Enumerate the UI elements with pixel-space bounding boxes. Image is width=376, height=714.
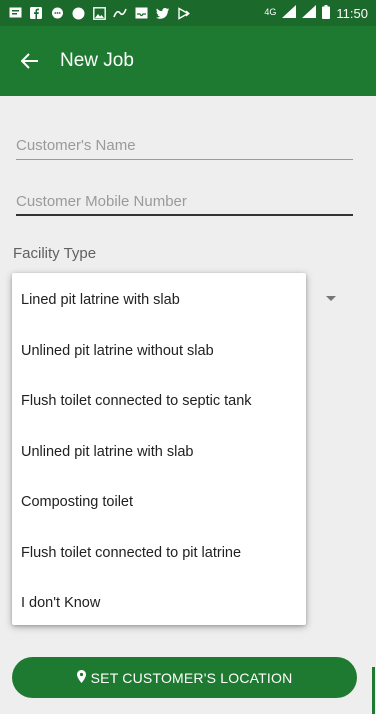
menu-item-flush-toilet-septic-tank[interactable]: Flush toilet connected to septic tank xyxy=(12,376,306,427)
clock: 11:50 xyxy=(336,5,368,21)
play-icon xyxy=(176,6,190,20)
customer-mobile-underline xyxy=(16,214,353,216)
menu-item-dont-know[interactable]: I don't Know xyxy=(12,578,306,629)
page-title: New Job xyxy=(60,50,134,71)
set-customer-location-label: SET CUSTOMER'S LOCATION xyxy=(90,669,293,686)
facility-type-menu: Lined pit latrine with slab Unlined pit … xyxy=(12,273,306,625)
system-status: 4G 11:50 xyxy=(264,4,368,22)
dot-icon xyxy=(71,6,85,20)
customer-name-placeholder: Customer's Name xyxy=(16,137,136,154)
twitter-icon xyxy=(155,6,169,20)
link-icon xyxy=(113,6,127,20)
menu-item-flush-toilet-pit-latrine[interactable]: Flush toilet connected to pit latrine xyxy=(12,528,306,579)
arrow-left-icon[interactable] xyxy=(6,37,54,85)
notification-icons xyxy=(8,6,190,20)
status-bar: 4G 11:50 xyxy=(0,0,376,26)
chat-icon xyxy=(50,6,64,20)
message-icon xyxy=(8,6,22,20)
set-customer-location-button[interactable]: SET CUSTOMER'S LOCATION xyxy=(12,657,357,698)
battery-icon xyxy=(322,4,331,22)
app-bar: New Job xyxy=(0,26,376,96)
inbox-icon xyxy=(134,6,148,20)
side-indicator xyxy=(372,667,375,714)
signal-icon xyxy=(282,5,297,21)
customer-name-underline xyxy=(16,159,353,160)
dropdown-arrow-icon[interactable] xyxy=(326,296,336,301)
customer-name-field[interactable]: Customer's Name xyxy=(16,137,353,161)
facility-type-label: Facility Type xyxy=(13,245,97,262)
menu-item-composting-toilet[interactable]: Composting toilet xyxy=(12,477,306,528)
facebook-icon xyxy=(29,6,43,20)
menu-item-unlined-pit-latrine-without-slab[interactable]: Unlined pit latrine without slab xyxy=(12,326,306,377)
gallery-icon xyxy=(92,6,106,20)
menu-item-unlined-pit-latrine-with-slab[interactable]: Unlined pit latrine with slab xyxy=(12,427,306,478)
signal-icon-2 xyxy=(302,5,317,21)
menu-item-lined-pit-latrine-with-slab[interactable]: Lined pit latrine with slab xyxy=(12,275,306,326)
customer-mobile-field[interactable]: Customer Mobile Number xyxy=(16,193,353,217)
network-type-label: 4G xyxy=(264,6,277,17)
map-pin-icon xyxy=(76,669,86,686)
customer-mobile-placeholder: Customer Mobile Number xyxy=(16,193,187,210)
